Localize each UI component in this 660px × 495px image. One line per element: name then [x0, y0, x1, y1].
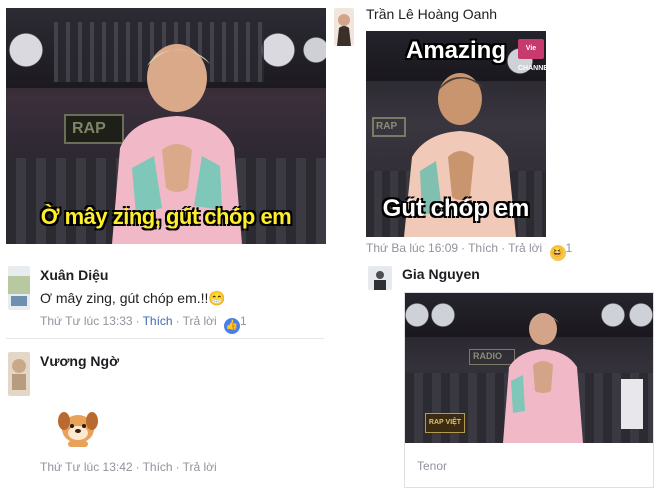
like-link[interactable]: Thích: [143, 460, 173, 474]
gif-source[interactable]: Tenor: [417, 459, 447, 473]
comment-actions: Thứ Tư lúc 13:33 · Thích · Trả lời 👍 1: [40, 314, 247, 334]
avatar-image: [368, 266, 392, 290]
comment-timestamp[interactable]: Thứ Tư lúc 13:33: [40, 314, 133, 328]
avatar-image: [8, 266, 30, 310]
comment-text: Ơ mây zing, gút chóp em.!!😁: [40, 290, 226, 306]
avatar-image: [334, 8, 354, 46]
meme-image-right[interactable]: Vie CHANNEL RAP Amazing Gút chóp em: [366, 31, 546, 237]
like-link[interactable]: Thích: [143, 314, 173, 328]
reply-link[interactable]: Trả lời: [508, 241, 542, 255]
show-logo: RAP VIỆT: [425, 413, 465, 433]
person-figure: [503, 313, 583, 443]
like-link[interactable]: Thích: [468, 241, 498, 255]
gif-image[interactable]: RADIO RAP VIỆT: [405, 293, 653, 443]
reply-link[interactable]: Trả lời: [183, 460, 217, 474]
gif-attachment[interactable]: RADIO RAP VIỆT Tenor: [404, 292, 654, 488]
dog-sticker-icon: [58, 412, 98, 447]
meme-image-left[interactable]: RAP Ờ mây zing, gút chóp em: [6, 8, 326, 244]
post-author[interactable]: Trần Lê Hoàng Oanh: [366, 6, 497, 22]
post-timestamp[interactable]: Thứ Ba lúc 16:09: [366, 241, 458, 255]
reply-link[interactable]: Trả lời: [183, 314, 217, 328]
comment-divider: [6, 338, 324, 339]
comment-author[interactable]: Xuân Diệu: [40, 267, 108, 283]
post-actions: Thứ Ba lúc 16:09 · Thích · Trả lời 😆 1: [366, 241, 572, 261]
comment-timestamp[interactable]: Thứ Tư lúc 13:42: [40, 460, 133, 474]
comment-actions: Thứ Tư lúc 13:42 · Thích · Trả lời: [40, 460, 217, 474]
side-panel: [621, 379, 643, 429]
haha-reaction-icon[interactable]: 😆: [549, 245, 566, 261]
meme-bottom-caption: Gút chóp em: [382, 195, 530, 222]
meme-caption: Ờ mây zing, gút chóp em: [40, 204, 292, 229]
avatar[interactable]: [368, 266, 392, 290]
reaction-count[interactable]: 1: [566, 241, 573, 255]
like-reaction-icon[interactable]: 👍: [224, 318, 241, 334]
avatar-image: [8, 352, 30, 396]
reply-author[interactable]: Gia Nguyen: [402, 266, 480, 282]
avatar[interactable]: [8, 266, 30, 310]
avatar[interactable]: [8, 352, 30, 396]
reaction-count[interactable]: 1: [240, 314, 247, 328]
avatar[interactable]: [334, 8, 354, 46]
grin-emoji: 😁: [208, 290, 226, 306]
meme-top-caption: Amazing: [405, 37, 506, 64]
comment-author[interactable]: Vương Ngờ: [40, 353, 119, 369]
